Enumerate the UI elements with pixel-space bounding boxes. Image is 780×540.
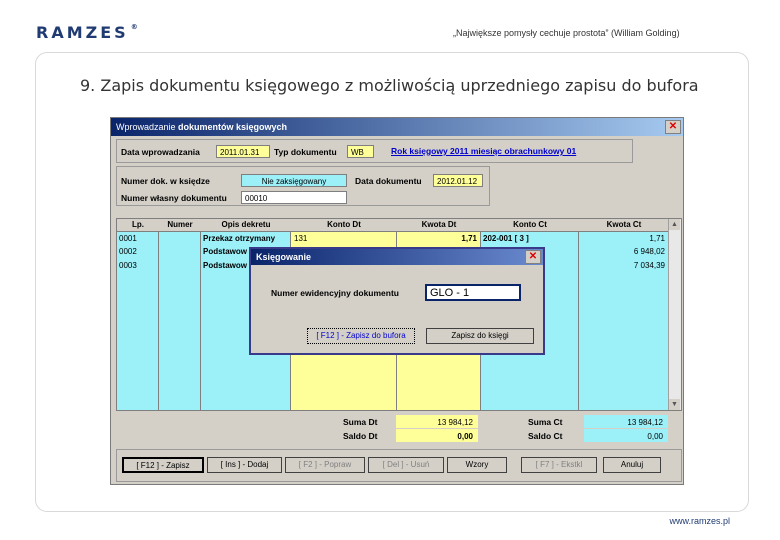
dialog-field-label: Numer ewidencyjny dokumentu	[271, 288, 399, 298]
grid-header: Lp. Numer Opis dekretu Konto Dt Kwota Dt…	[117, 219, 681, 232]
grid-scrollbar[interactable]: ▲ ▼	[668, 219, 681, 410]
row1-konto-ct[interactable]: 202-001 [ 3 ]	[483, 234, 529, 243]
add-button[interactable]: [ Ins ] - Dodaj	[207, 457, 282, 473]
doc-type-label: Typ dokumentu	[274, 147, 337, 157]
saldo-ct-label: Saldo Ct	[528, 431, 563, 441]
own-number-field[interactable]: 00010	[241, 191, 347, 204]
row3-kwota-ct[interactable]: 7 034,39	[581, 261, 665, 270]
quote-text: „Największe pomysły cechuje prostota” (W…	[453, 28, 680, 38]
doc-date-label: Data dokumentu	[355, 176, 422, 186]
row1-konto-dt[interactable]: 131	[294, 234, 307, 243]
date-entered-field[interactable]: 2011.01.31	[216, 145, 270, 158]
close-icon[interactable]: ✕	[665, 120, 681, 134]
row3-opis[interactable]: Podstawow	[203, 261, 247, 270]
header-numer[interactable]: Numer	[159, 220, 201, 229]
f7-button[interactable]: [ F7 ] - Ekstkl	[521, 457, 597, 473]
header-kwota-dt[interactable]: Kwota Dt	[397, 220, 481, 229]
saldo-dt-field: 0,00	[396, 429, 478, 442]
row3-lp[interactable]: 0003	[119, 261, 137, 270]
suma-dt-field: 13 984,12	[396, 415, 478, 428]
header-lp[interactable]: Lp.	[117, 220, 159, 229]
dialog-close-icon[interactable]: ✕	[525, 250, 541, 264]
save-button[interactable]: [ F12 ] - Zapisz	[122, 457, 204, 473]
cancel-button[interactable]: Anuluj	[603, 457, 661, 473]
suma-ct-label: Suma Ct	[528, 417, 563, 427]
row1-kwota-ct[interactable]: 1,71	[581, 234, 665, 243]
col-numer	[159, 219, 201, 410]
doc-number-field: Nie zaksięgowany	[241, 174, 347, 187]
doc-number-label: Numer dok. w księdze	[121, 176, 210, 186]
date-entered-label: Data wprowadzania	[121, 147, 200, 157]
header-opis[interactable]: Opis dekretu	[201, 220, 291, 229]
doc-date-field[interactable]: 2012.01.12	[433, 174, 483, 187]
scroll-up-icon[interactable]: ▲	[669, 219, 680, 230]
registry-number-input[interactable]: GLO - 1	[425, 284, 521, 301]
doc-type-field[interactable]: WB	[347, 145, 374, 158]
suma-ct-field: 13 984,12	[584, 415, 668, 428]
header-konto-ct[interactable]: Konto Ct	[481, 220, 579, 229]
row2-opis[interactable]: Podstawow	[203, 247, 247, 256]
header-kwota-ct[interactable]: Kwota Ct	[579, 220, 669, 229]
delete-button[interactable]: [ Del ] - Usuń	[368, 457, 444, 473]
post-to-ledger-button[interactable]: Zapisz do księgi	[426, 328, 534, 344]
saldo-dt-label: Saldo Dt	[343, 431, 378, 441]
period-link[interactable]: Rok księgowy 2011 miesiąc obrachunkowy 0…	[391, 146, 576, 156]
scroll-down-icon[interactable]: ▼	[669, 399, 680, 410]
row2-lp[interactable]: 0002	[119, 247, 137, 256]
slide-title: 9. Zapis dokumentu księgowego z możliwoś…	[80, 76, 699, 95]
row1-kwota-dt[interactable]: 1,71	[399, 234, 477, 243]
window-title-bar: Wprowadzanie dokumentów księgowych	[111, 118, 683, 136]
own-number-label: Numer własny dokumentu	[121, 193, 227, 203]
ramzes-logo: RAMZES ®	[36, 23, 138, 42]
saldo-ct-field: 0,00	[584, 429, 668, 442]
row1-lp[interactable]: 0001	[119, 234, 137, 243]
templates-button[interactable]: Wzory	[447, 457, 507, 473]
row2-kwota-ct[interactable]: 6 948,02	[581, 247, 665, 256]
suma-dt-label: Suma Dt	[343, 417, 378, 427]
row1-opis[interactable]: Przekaz otrzymany	[203, 234, 275, 243]
save-to-buffer-button[interactable]: [ F12 ] - Zapisz do bufora	[307, 328, 415, 344]
header-konto-dt[interactable]: Konto Dt	[291, 220, 397, 229]
edit-button[interactable]: [ F2 ] - Popraw	[285, 457, 365, 473]
footer-url: www.ramzes.pl	[669, 516, 730, 526]
dialog-title: Księgowanie	[251, 249, 543, 265]
